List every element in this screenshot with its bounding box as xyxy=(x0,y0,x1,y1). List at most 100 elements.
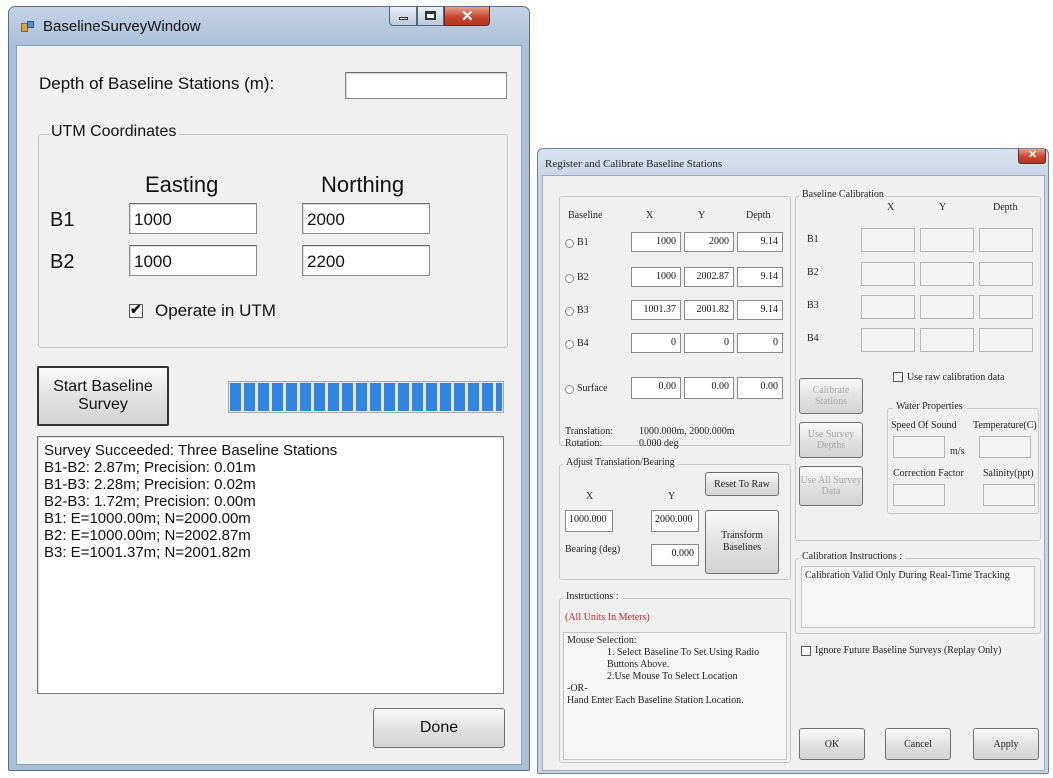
use-survey-depths-label: Use Survey Depths xyxy=(807,429,855,451)
use-raw-calibration-label: Use raw calibration data xyxy=(907,372,1005,383)
apply-label: Apply xyxy=(993,738,1019,750)
calib-b1-y xyxy=(920,228,974,252)
reset-to-raw-button[interactable]: Reset To Raw xyxy=(705,472,779,496)
b2-radio-label: B2 xyxy=(577,272,589,283)
calib-b3-label: B3 xyxy=(807,300,819,311)
b1-radio-label: B1 xyxy=(577,237,589,248)
instructions-group-title: Instructions : xyxy=(563,591,622,602)
baseline-survey-window: BaselineSurveyWindow ✕ Depth of Baseline… xyxy=(8,6,530,771)
done-label: Done xyxy=(419,719,459,736)
calibrate-stations-label: Calibrate Stations xyxy=(812,385,850,407)
calibrate-stations-button[interactable]: Calibrate Stations xyxy=(799,378,863,414)
calib-b2-depth xyxy=(979,262,1033,286)
transform-baselines-button[interactable]: Transform Baselines xyxy=(705,510,779,574)
log-line: B1-B2: 2.87m; Precision: 0.01m xyxy=(44,459,256,476)
calibration-instructions-box: Calibration Valid Only During Real-Time … xyxy=(801,566,1035,628)
ignore-future-surveys-label: Ignore Future Baseline Surveys (Replay O… xyxy=(815,645,1002,656)
b3-depth-input[interactable]: 9.14 xyxy=(737,300,783,320)
depth-header: Depth xyxy=(746,210,771,221)
b1-y-input[interactable]: 2000 xyxy=(684,232,734,252)
log-line: B2-B3: 1.72m; Precision: 0.00m xyxy=(44,493,256,510)
b1-radio[interactable] xyxy=(565,239,574,248)
ok-button[interactable]: OK xyxy=(799,728,865,760)
cancel-button[interactable]: Cancel xyxy=(885,728,951,760)
calib-b1-x xyxy=(861,228,915,252)
use-all-survey-data-button[interactable]: Use All Survey Data xyxy=(799,466,863,506)
start-baseline-survey-label: Start Baseline Survey xyxy=(53,378,153,413)
utm-group-title: UTM Coordinates xyxy=(48,123,180,141)
done-button[interactable]: Done xyxy=(373,708,505,748)
progress-fill xyxy=(230,383,502,411)
close-button[interactable]: ✕ xyxy=(444,7,490,26)
speed-of-sound-input[interactable] xyxy=(893,436,945,458)
window2-close-button[interactable]: ✕ xyxy=(1018,149,1046,164)
surface-depth-input[interactable]: 0.00 xyxy=(737,377,783,399)
adjust-x-label: X xyxy=(586,491,594,502)
b4-radio-label: B4 xyxy=(577,338,589,349)
calib-b4-y xyxy=(920,328,974,352)
b2-easting-input[interactable]: 1000 xyxy=(129,245,257,276)
calib-b3-x xyxy=(861,295,915,319)
log-line: B1: E=1000.00m; N=2000.00m xyxy=(44,510,251,527)
b4-y-input[interactable]: 0 xyxy=(684,333,734,353)
y-header: Y xyxy=(698,210,706,221)
correction-factor-input[interactable] xyxy=(893,484,945,506)
operate-utm-checkbox[interactable]: ✔ xyxy=(129,301,143,318)
b3-radio-label: B3 xyxy=(577,305,589,316)
maximize-button[interactable] xyxy=(417,7,444,26)
minimize-icon xyxy=(399,17,408,20)
adjust-y-input[interactable]: 2000.000 xyxy=(651,510,699,532)
survey-log[interactable]: Survey Succeeded: Three Baseline Station… xyxy=(37,436,504,694)
b1-x-input[interactable]: 1000 xyxy=(631,232,681,252)
ok-label: OK xyxy=(824,738,840,750)
b3-y-input[interactable]: 2001.82 xyxy=(684,300,734,320)
survey-progress-bar xyxy=(228,381,504,413)
instructions-box: Mouse Selection: 1. Select Baseline To S… xyxy=(563,632,787,760)
use-survey-depths-button[interactable]: Use Survey Depths xyxy=(799,422,863,458)
calib-b2-y xyxy=(920,262,974,286)
b2-radio[interactable] xyxy=(565,274,574,283)
speed-of-sound-label: Speed Of Sound xyxy=(891,420,957,431)
instruction-line: Mouse Selection: xyxy=(567,635,637,646)
log-line: B2: E=1000.00m; N=2002.87m xyxy=(44,527,251,544)
b2-northing-input[interactable]: 2200 xyxy=(302,245,430,276)
surface-x-input[interactable]: 0.00 xyxy=(631,377,681,399)
ignore-future-surveys-checkbox[interactable] xyxy=(801,646,811,656)
surface-radio[interactable] xyxy=(565,385,574,394)
calib-b4-depth xyxy=(979,328,1033,352)
apply-button[interactable]: Apply xyxy=(973,728,1039,760)
b1-northing-input[interactable]: 2000 xyxy=(302,203,430,234)
bearing-input[interactable]: 0.000 xyxy=(651,544,699,566)
log-line: B1-B3: 2.28m; Precision: 0.02m xyxy=(44,476,256,493)
b1-depth-input[interactable]: 9.14 xyxy=(737,232,783,252)
calib-b2-x xyxy=(861,262,915,286)
b1-easting-input[interactable]: 1000 xyxy=(129,203,257,234)
b2-depth-input[interactable]: 9.14 xyxy=(737,267,783,287)
depth-input[interactable] xyxy=(345,72,507,99)
start-baseline-survey-button[interactable]: Start Baseline Survey xyxy=(37,366,169,426)
adjust-y-label: Y xyxy=(668,491,676,502)
calib-b4-x xyxy=(861,328,915,352)
minimize-button[interactable] xyxy=(389,7,417,26)
b2-y-input[interactable]: 2002.87 xyxy=(684,267,734,287)
use-raw-calibration-checkbox[interactable] xyxy=(893,372,903,382)
temperature-input[interactable] xyxy=(979,436,1031,458)
calib-y-header: Y xyxy=(939,202,947,213)
adjust-x-input[interactable]: 1000.000 xyxy=(565,510,613,532)
salinity-input[interactable] xyxy=(983,484,1035,506)
cancel-label: Cancel xyxy=(904,738,932,750)
operate-utm-label: Operate in UTM xyxy=(155,301,276,320)
b4-radio[interactable] xyxy=(565,340,574,349)
b4-depth-input[interactable]: 0 xyxy=(737,333,783,353)
instruction-line: 2.Use Mouse To Select Location xyxy=(607,671,738,682)
b2-label: B2 xyxy=(50,251,75,273)
surface-y-input[interactable]: 0.00 xyxy=(684,377,734,399)
calib-depth-header: Depth xyxy=(993,202,1018,213)
b2-x-input[interactable]: 1000 xyxy=(631,267,681,287)
b3-radio[interactable] xyxy=(565,307,574,316)
b3-x-input[interactable]: 1001.37 xyxy=(631,300,681,320)
instruction-line: Hand Enter Each Baseline Station Locatio… xyxy=(567,695,744,706)
calibration-group-title: Baseline Calibration xyxy=(799,189,887,200)
b4-x-input[interactable]: 0 xyxy=(631,333,681,353)
calibration-instructions-text: Calibration Valid Only During Real-Time … xyxy=(805,570,1010,581)
